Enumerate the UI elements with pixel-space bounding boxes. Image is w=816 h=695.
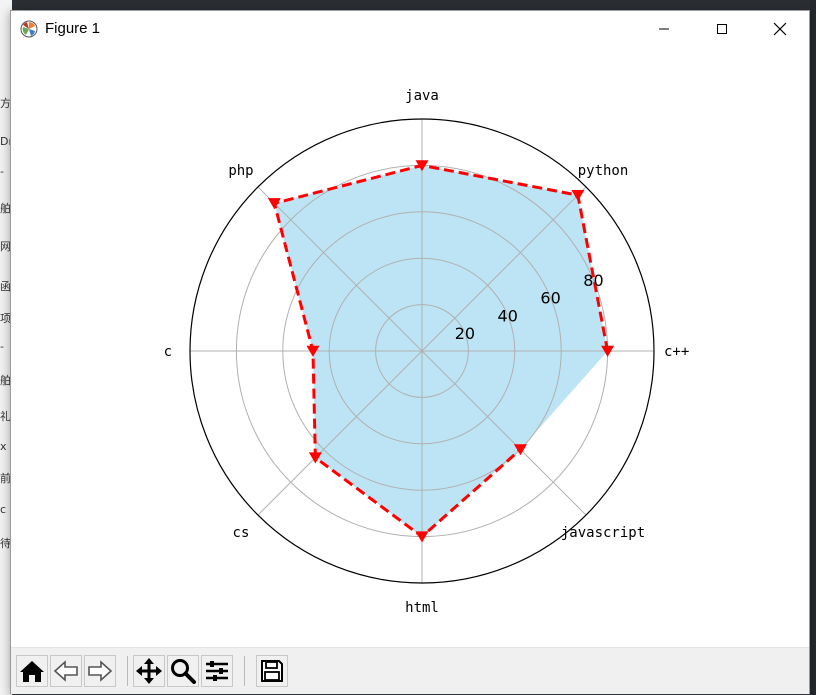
configure-icon: [206, 661, 228, 681]
forward-icon: [88, 660, 113, 682]
category-label-php: php: [228, 163, 253, 179]
background-editor-right: [810, 0, 816, 695]
navigation-toolbar: [11, 647, 809, 694]
category-label-python: python: [578, 163, 629, 179]
back-button[interactable]: [50, 655, 82, 687]
category-label-c: c: [164, 344, 172, 360]
radial-tick-label: 40: [498, 306, 518, 325]
home-button[interactable]: [16, 655, 48, 687]
radar-chart: 20 40 60 80 c++ python java php c cs html javascrip…: [164, 88, 690, 616]
category-label-java: java: [405, 88, 439, 104]
radial-tick-label: 60: [540, 289, 560, 308]
close-icon: [773, 22, 787, 36]
zoom-button[interactable]: [167, 655, 199, 687]
background-glyph: x: [0, 440, 7, 453]
maximize-icon: [717, 24, 727, 34]
toolbar-separator: [244, 656, 245, 686]
matplotlib-icon: [20, 20, 38, 38]
configure-button[interactable]: [201, 655, 233, 687]
close-button[interactable]: [751, 11, 809, 47]
background-glyph: -: [0, 340, 4, 353]
title-bar[interactable]: Figure 1: [11, 11, 809, 47]
background-glyph: -: [0, 165, 4, 178]
window-title: Figure 1: [45, 20, 101, 37]
forward-button[interactable]: [84, 655, 116, 687]
category-label-cs: cs: [233, 525, 250, 541]
category-label-html: html: [405, 600, 439, 616]
radial-tick-label: 20: [455, 324, 475, 343]
background-glyph: c: [0, 503, 7, 516]
figure-window: Figure 1 20 40 60 80 c++ python java php c cs html…: [10, 10, 810, 694]
pan-button[interactable]: [133, 655, 165, 687]
save-icon: [261, 660, 283, 682]
maximize-button[interactable]: [693, 11, 751, 47]
pan-icon: [136, 658, 162, 684]
home-icon: [20, 661, 44, 682]
toolbar-separator: [127, 656, 128, 686]
minimize-icon: [659, 28, 669, 30]
minimize-button[interactable]: [635, 11, 693, 47]
back-icon: [53, 660, 78, 682]
plot-canvas[interactable]: 20 40 60 80 c++ python java php c cs html javascrip…: [11, 47, 809, 647]
save-button[interactable]: [256, 655, 288, 687]
category-label-javascript: javascript: [561, 525, 645, 541]
radial-tick-label: 80: [583, 271, 603, 290]
category-label-c++: c++: [664, 344, 689, 360]
zoom-icon: [171, 659, 196, 684]
